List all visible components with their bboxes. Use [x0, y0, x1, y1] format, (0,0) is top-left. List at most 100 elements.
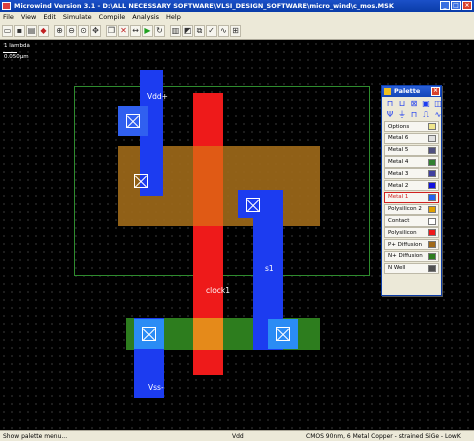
contact-pmos-drain[interactable] — [238, 190, 268, 220]
scale-micron-label: 0.050µm — [4, 54, 29, 60]
palette-swatch — [428, 241, 436, 249]
nmos-icon[interactable]: ⊓ — [385, 99, 395, 108]
palette-layer-metal3[interactable]: Metal 3 — [384, 168, 439, 180]
rotate-icon[interactable]: ↻ — [154, 24, 165, 37]
menu-help[interactable]: Help — [166, 12, 181, 22]
menu-compile[interactable]: Compile — [99, 12, 126, 22]
rule-check-icon[interactable]: ✓ — [206, 24, 217, 37]
3d-view-icon[interactable]: ◩ — [182, 24, 193, 37]
menu-view[interactable]: View — [21, 12, 36, 22]
palette-layer-metal2[interactable]: Metal 2 — [384, 179, 439, 192]
toolbar: ▭ ▪ ▤ ◆ ⊕ ⊖ ⊙ ✥ ❐ ✕ ↔ ▶ ↻ ▥ ◩ ⧉ ✓ ∿ ⊞ — [0, 22, 474, 40]
palette-layer-label: Metal 4 — [388, 159, 409, 166]
palette-swatch — [428, 146, 436, 154]
status-node: Vdd — [232, 433, 244, 440]
palette-layer-polysilicon[interactable]: Polysilicon — [384, 227, 439, 239]
palette-layer-metal6[interactable]: Metal 6 — [384, 132, 439, 145]
copy-icon[interactable]: ❐ — [106, 24, 117, 37]
menu-analysis[interactable]: Analysis — [132, 12, 159, 22]
palette-layer-label: Metal 5 — [388, 147, 409, 154]
palette-layer-label: Metal 1 — [388, 194, 409, 201]
maximize-button[interactable]: □ — [451, 1, 461, 10]
palette-title: Palette — [394, 87, 421, 95]
contact-pmos-source[interactable] — [126, 166, 156, 196]
app-icon — [2, 2, 11, 10]
zoom-in-icon[interactable]: ⊕ — [54, 24, 65, 37]
clock-node-label[interactable]: clock1 — [206, 286, 230, 295]
palette-swatch — [428, 182, 436, 190]
stretch-icon[interactable]: ↔ — [130, 24, 141, 37]
palette-swatch — [428, 170, 436, 178]
scale-lambda-label: 1 lambda — [4, 43, 30, 49]
open-icon[interactable]: ▭ — [2, 24, 13, 37]
status-message: Show palette menu... — [3, 433, 68, 440]
palette-layer-label: N+ Diffusion — [388, 253, 423, 260]
menu-edit[interactable]: Edit — [43, 12, 56, 22]
contact-nmos-source[interactable] — [134, 319, 164, 349]
palette-layer-label: Options — [388, 123, 410, 130]
menu-simulate[interactable]: Simulate — [63, 12, 92, 22]
palette-device-icons: ⊓ ⊔ ⊠ ▣ ◫ Ψ ⏚ ⊓ ⎍ ∿ — [382, 97, 443, 119]
palette-layer-polysilicon2[interactable]: Polysilicon 2 — [384, 203, 439, 215]
window-title: Microwind Version 3.1 - D:\ALL NECESSARY… — [14, 2, 394, 10]
status-technology: CMOS 90nm, 6 Metal Copper - strained SiG… — [306, 433, 461, 440]
menu-file[interactable]: File — [3, 12, 14, 22]
palette-layer-label: Metal 3 — [388, 170, 409, 177]
palette-layer-label: N Well — [388, 265, 406, 272]
pad-icon[interactable]: ◫ — [433, 99, 443, 108]
measure-icon[interactable]: ⊞ — [230, 24, 241, 37]
palette-swatch — [428, 158, 436, 166]
output-node-label[interactable]: s1 — [265, 264, 274, 273]
palette-swatch — [428, 252, 436, 260]
delete-icon[interactable]: ✕ — [118, 24, 129, 37]
palette-swatch — [428, 134, 436, 142]
sine-icon[interactable]: ∿ — [433, 110, 443, 119]
status-bar: Show palette menu... Vdd CMOS 90nm, 6 Me… — [0, 430, 474, 441]
palette-layer-metal5[interactable]: Metal 5 — [384, 144, 439, 156]
palette-layer-label: Polysilicon — [388, 229, 417, 236]
palette-layer-metal4[interactable]: Metal 4 — [384, 156, 439, 168]
vss-icon[interactable]: ⏚ — [397, 110, 407, 119]
simulate-icon[interactable]: ∿ — [218, 24, 229, 37]
color-icon[interactable]: ◆ — [38, 24, 49, 37]
pmos-channel — [193, 146, 223, 226]
palette-layer-n-diffusion[interactable]: N+ Diffusion — [384, 250, 439, 263]
palette-layer-p-diffusion[interactable]: P+ Diffusion — [384, 238, 439, 251]
zoom-fit-icon[interactable]: ⊙ — [78, 24, 89, 37]
palette-layer-options[interactable]: Options — [384, 121, 439, 133]
palette-layer-metal1[interactable]: Metal 1 — [384, 191, 439, 204]
palette-close-button[interactable]: × — [431, 87, 440, 96]
palette-swatch — [428, 123, 436, 131]
palette-swatch — [428, 193, 436, 201]
print-icon[interactable]: ▤ — [26, 24, 37, 37]
contact-vdd-top[interactable] — [118, 106, 148, 136]
move-icon[interactable]: ✥ — [90, 24, 101, 37]
palette-swatch — [428, 205, 436, 213]
palette-layer-n-well[interactable]: N Well — [384, 262, 439, 274]
mos-view-icon[interactable]: ⧉ — [194, 24, 205, 37]
vdd-node-label[interactable]: Vdd+ — [147, 92, 168, 101]
cross-section-icon[interactable]: ▥ — [170, 24, 181, 37]
clock-icon[interactable]: ⊓ — [409, 110, 419, 119]
vdd-icon[interactable]: Ψ — [385, 110, 395, 119]
menu-bar: File View Edit Simulate Compile Analysis… — [0, 12, 474, 22]
save-icon[interactable]: ▪ — [14, 24, 25, 37]
palette-layer-label: Metal 6 — [388, 135, 409, 142]
pmos-icon[interactable]: ⊔ — [397, 99, 407, 108]
palette-window: Palette × ⊓ ⊔ ⊠ ▣ ◫ Ψ ⏚ ⊓ ⎍ ∿ Options Me… — [381, 85, 442, 296]
contact-icon[interactable]: ⊠ — [409, 99, 419, 108]
palette-layer-label: Metal 2 — [388, 182, 409, 189]
nmos-channel — [193, 318, 223, 350]
vss-node-label[interactable]: Vss- — [148, 383, 164, 392]
minimize-button[interactable]: _ — [440, 1, 450, 10]
palette-layer-contact[interactable]: Contact — [384, 215, 439, 227]
contact-nmos-drain[interactable] — [268, 319, 298, 349]
pulse-icon[interactable]: ⎍ — [421, 110, 431, 119]
palette-swatch — [428, 264, 436, 272]
via-icon[interactable]: ▣ — [421, 99, 431, 108]
palette-layer-label: Polysilicon 2 — [388, 206, 422, 213]
run-icon[interactable]: ▶ — [142, 24, 153, 37]
close-button[interactable]: × — [462, 1, 472, 10]
zoom-out-icon[interactable]: ⊖ — [66, 24, 77, 37]
palette-title-bar: Palette × — [382, 86, 441, 97]
